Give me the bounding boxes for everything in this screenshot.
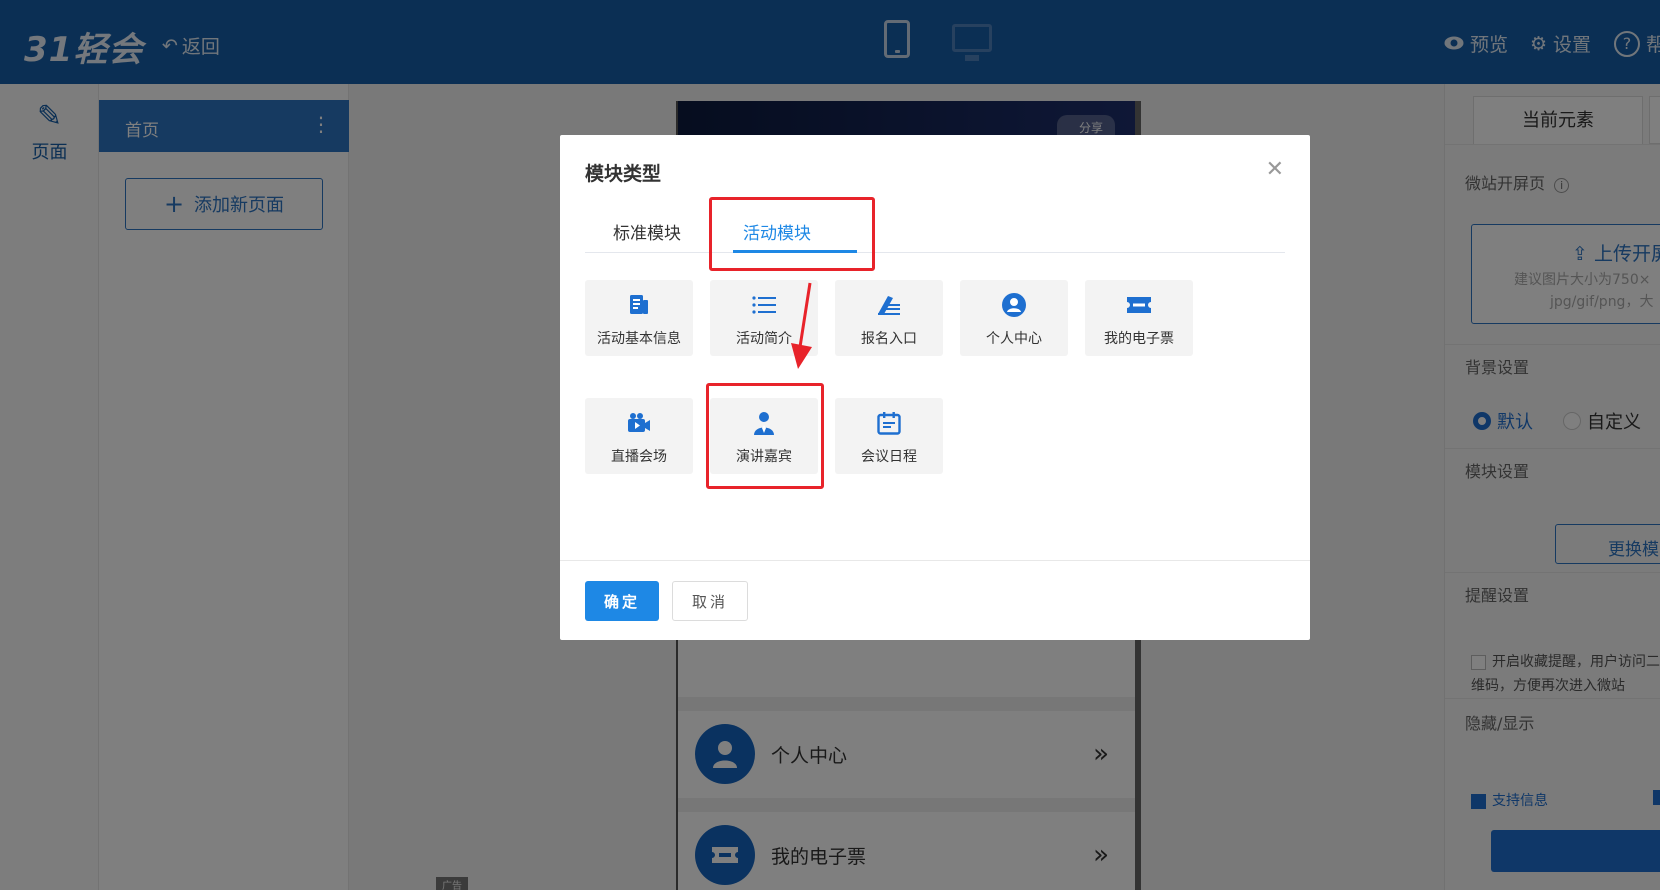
confirm-button[interactable]: 确定 [585, 581, 659, 621]
module-live-venue[interactable]: 直播会场 [585, 398, 693, 474]
ticket-icon [1085, 290, 1193, 320]
info-doc-icon [585, 290, 693, 320]
module-activity-basic-info[interactable]: 活动基本信息 [585, 280, 693, 356]
module-label: 直播会场 [611, 449, 667, 465]
module-type-dialog: 模块类型 ✕ 标准模块 活动模块 活动基本信息 活动简介 报名入口 个人中心 我… [560, 135, 1310, 640]
user-circle-icon [960, 290, 1068, 320]
module-tabs: 标准模块 活动模块 [585, 205, 1285, 253]
close-icon[interactable]: ✕ [1266, 157, 1284, 182]
tab-standard-modules[interactable]: 标准模块 [613, 219, 681, 244]
module-user-center[interactable]: 个人中心 [960, 280, 1068, 356]
module-label: 活动基本信息 [597, 331, 681, 347]
dialog-title: 模块类型 [585, 163, 662, 185]
module-label: 个人中心 [986, 331, 1042, 347]
annotation-arrow-icon [791, 282, 812, 369]
signup-pen-icon [835, 290, 943, 320]
calendar-icon [835, 408, 943, 438]
module-signup-entry[interactable]: 报名入口 [835, 280, 943, 356]
video-camera-icon [585, 408, 693, 438]
annotation-highlight-tab [709, 197, 875, 271]
module-label: 报名入口 [861, 331, 917, 347]
module-label: 会议日程 [861, 449, 917, 465]
dialog-footer-divider [560, 560, 1310, 561]
module-agenda[interactable]: 会议日程 [835, 398, 943, 474]
annotation-highlight-speakers [706, 383, 824, 489]
module-my-ticket[interactable]: 我的电子票 [1085, 280, 1193, 356]
cancel-button[interactable]: 取消 [672, 581, 748, 621]
module-label: 我的电子票 [1104, 331, 1174, 347]
